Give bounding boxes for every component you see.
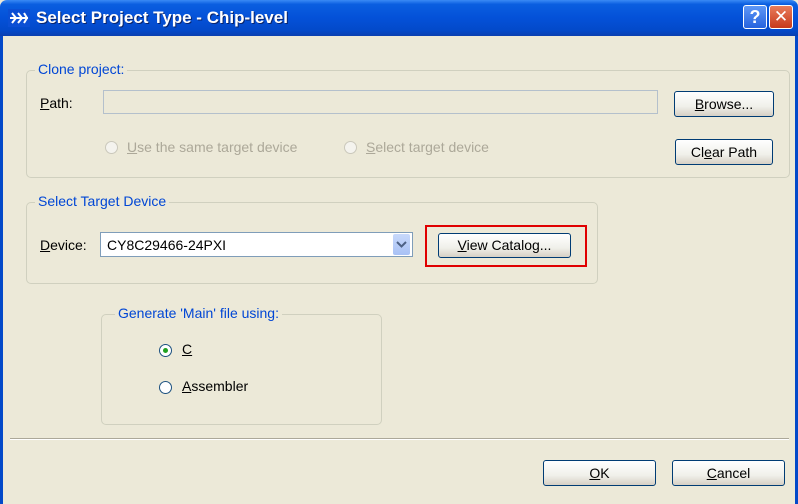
radio-c[interactable] bbox=[159, 344, 172, 357]
path-input[interactable] bbox=[103, 90, 658, 114]
radio-selected-dot bbox=[163, 348, 168, 353]
radio-c-label: C bbox=[182, 341, 193, 357]
help-button[interactable]: ? bbox=[743, 5, 767, 29]
cancel-button[interactable]: Cancel bbox=[672, 460, 785, 486]
device-label: Device: bbox=[40, 237, 87, 253]
window-frame-left bbox=[0, 36, 3, 504]
footer-separator bbox=[10, 438, 789, 440]
radio-assembler[interactable] bbox=[159, 381, 172, 394]
radio-select-device-label: Select target device bbox=[366, 139, 489, 155]
clear-path-button[interactable]: Clear Path bbox=[675, 139, 773, 165]
target-device-title: Select Target Device bbox=[35, 193, 170, 209]
browse-button[interactable]: Browse... bbox=[674, 91, 774, 117]
device-dropdown-button[interactable] bbox=[393, 234, 410, 255]
close-button[interactable]: ✕ bbox=[769, 5, 793, 29]
title-bar[interactable]: Select Project Type - Chip-level ? ✕ bbox=[0, 0, 798, 36]
generate-main-title: Generate 'Main' file using: bbox=[115, 305, 282, 321]
view-catalog-button[interactable]: View Catalog... bbox=[438, 233, 571, 258]
device-select-value: CY8C29466-24PXI bbox=[107, 237, 227, 253]
window-title: Select Project Type - Chip-level bbox=[36, 8, 288, 27]
radio-same-device[interactable] bbox=[105, 141, 118, 154]
psoc-app-icon bbox=[8, 9, 30, 27]
chevron-down-icon bbox=[396, 241, 407, 248]
path-label: Path: bbox=[40, 95, 73, 111]
ok-button[interactable]: OK bbox=[543, 460, 656, 486]
radio-assembler-label: Assembler bbox=[182, 378, 249, 394]
radio-select-device[interactable] bbox=[344, 141, 357, 154]
radio-same-device-label: Use the same target device bbox=[127, 139, 298, 155]
device-select[interactable]: CY8C29466-24PXI bbox=[100, 232, 413, 257]
generate-main-group bbox=[101, 314, 382, 425]
clone-project-title: Clone project: bbox=[35, 61, 128, 77]
